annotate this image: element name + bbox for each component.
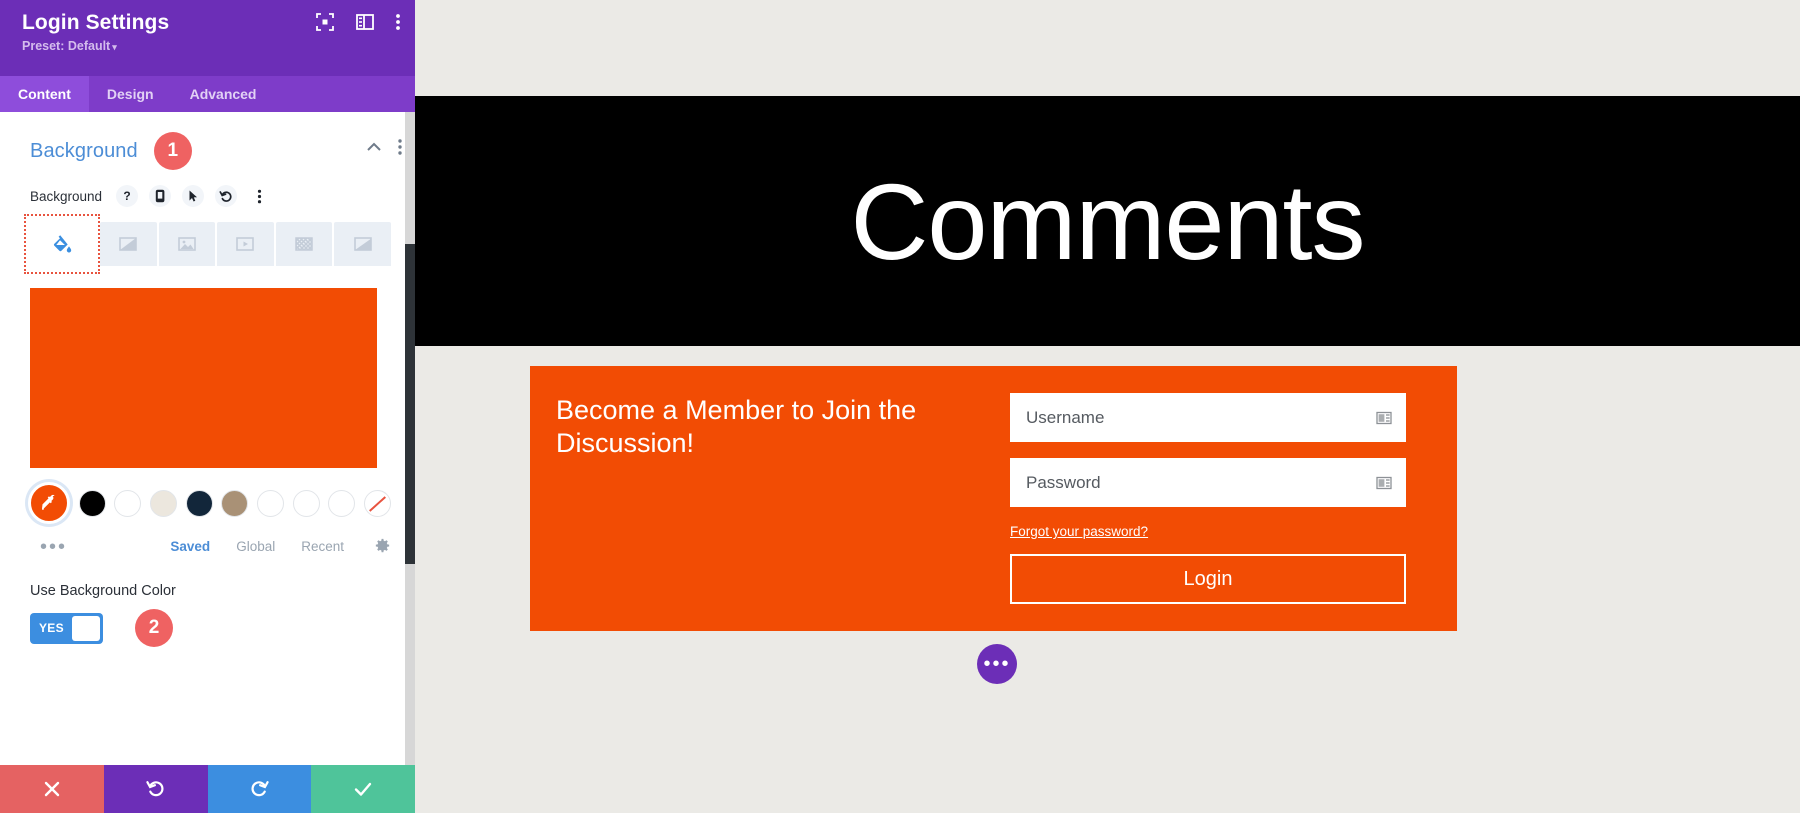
hero-title: Comments <box>850 160 1365 282</box>
hover-cursor-icon[interactable] <box>182 185 205 207</box>
step-badge-1: 1 <box>153 132 192 170</box>
swatch-cream[interactable] <box>149 489 177 517</box>
chevron-up-icon[interactable] <box>365 138 383 156</box>
hero-banner: Comments <box>415 96 1800 346</box>
login-form: Username Password Forgot your password? … <box>1010 366 1425 631</box>
section-more-vertical-icon[interactable] <box>397 138 403 156</box>
toggle-knob <box>71 615 100 641</box>
swatch-link-global[interactable]: Global <box>236 539 275 554</box>
bg-image-tab[interactable] <box>158 222 216 266</box>
field-more-vertical-icon[interactable] <box>248 185 270 207</box>
swatch-tools-row: ••• Saved Global Recent <box>0 524 415 557</box>
bg-color-tab-highlight <box>24 214 100 274</box>
swatch-navy[interactable] <box>185 489 213 517</box>
color-preview-swatch[interactable] <box>30 288 377 468</box>
settings-panel: Login Settings Preset: Default ▾ Content… <box>0 0 415 813</box>
preset-label: Preset: Default <box>22 39 111 53</box>
login-copy: Become a Member to Join the Discussion! <box>530 366 1010 631</box>
bg-pattern-tab[interactable] <box>275 222 333 266</box>
login-heading: Become a Member to Join the Discussion! <box>556 395 917 458</box>
gear-icon[interactable] <box>374 538 391 555</box>
use-background-color-row: YES 2 <box>0 599 415 647</box>
bg-gradient-tab[interactable] <box>100 222 157 266</box>
redo-button[interactable] <box>207 765 312 813</box>
autofill-icon[interactable] <box>1374 408 1394 428</box>
page-preview: Comments Become a Member to Join the Dis… <box>415 0 1800 813</box>
swatch-tan[interactable] <box>221 489 249 517</box>
cancel-button[interactable] <box>0 765 104 813</box>
background-type-tabs <box>0 214 415 274</box>
username-placeholder: Username <box>1026 407 1105 427</box>
panel-footer <box>0 765 415 813</box>
tab-advanced[interactable]: Advanced <box>172 76 275 112</box>
forgot-password-link[interactable]: Forgot your password? <box>1010 524 1148 539</box>
redo-icon <box>251 781 270 797</box>
swatch-empty-2[interactable] <box>292 489 320 517</box>
section-header-actions <box>365 138 403 156</box>
swatch-empty-1[interactable] <box>256 489 284 517</box>
use-background-color-label: Use Background Color <box>30 583 176 599</box>
undo-button[interactable] <box>103 765 208 813</box>
swatch-more-icon[interactable]: ••• <box>40 537 67 557</box>
swatch-link-saved[interactable]: Saved <box>170 539 210 554</box>
step-badge-2: 2 <box>135 609 173 647</box>
tab-design[interactable]: Design <box>89 76 172 112</box>
help-icon[interactable]: ? <box>116 185 139 207</box>
save-button[interactable] <box>311 765 415 813</box>
mobile-responsive-icon[interactable] <box>149 185 172 207</box>
login-module: Become a Member to Join the Discussion! … <box>530 366 1457 631</box>
chevron-down-icon: ▾ <box>112 42 117 52</box>
eyedropper-swatch[interactable] <box>28 482 70 524</box>
login-button[interactable]: Login <box>1010 554 1406 604</box>
bg-mask-tab[interactable] <box>334 222 391 266</box>
background-field-label: Background <box>30 188 103 204</box>
panel-header: Login Settings Preset: Default ▾ <box>0 0 415 76</box>
toggle-value-label: YES <box>39 621 64 635</box>
section-title[interactable]: Background <box>30 140 138 163</box>
undo-icon <box>145 781 164 797</box>
swatch-empty-3[interactable] <box>328 489 356 517</box>
color-swatch-list <box>0 468 415 524</box>
close-icon <box>44 781 60 797</box>
password-placeholder: Password <box>1026 472 1101 492</box>
panel-scrollbar-thumb[interactable] <box>405 244 415 564</box>
svg-text:?: ? <box>123 189 130 203</box>
screen-root: Login Settings Preset: Default ▾ Content… <box>0 0 1800 813</box>
background-section-header: Background 1 <box>0 112 415 184</box>
bg-video-tab[interactable] <box>217 222 274 266</box>
tab-content[interactable]: Content <box>0 76 89 112</box>
use-background-color-toggle[interactable]: YES <box>30 612 103 644</box>
panel-body: Background 1 Background ? ••• Saved Glob… <box>0 112 415 765</box>
check-icon <box>354 782 372 796</box>
password-field[interactable]: Password <box>1010 458 1406 507</box>
username-field[interactable]: Username <box>1010 393 1406 442</box>
focus-target-icon[interactable] <box>315 12 335 32</box>
panel-header-icons <box>315 12 401 32</box>
bg-color-tab[interactable] <box>32 222 92 266</box>
swatch-link-recent[interactable]: Recent <box>301 539 344 554</box>
autofill-icon[interactable] <box>1374 473 1394 493</box>
floating-settings-button[interactable]: ••• <box>977 644 1017 684</box>
more-vertical-icon[interactable] <box>395 12 401 32</box>
swatch-none[interactable] <box>363 489 391 517</box>
panel-tabs: Content Design Advanced <box>0 76 415 112</box>
swatch-black[interactable] <box>78 489 106 517</box>
background-type-rest <box>100 214 415 266</box>
panel-scrollbar-track[interactable] <box>405 112 415 765</box>
background-field-label-row: Background ? <box>0 184 415 208</box>
layout-panel-icon[interactable] <box>355 12 375 32</box>
preset-selector[interactable]: Preset: Default ▾ <box>22 39 401 53</box>
reset-undo-icon[interactable] <box>215 185 238 207</box>
swatch-source-links: Saved Global Recent <box>170 538 391 555</box>
swatch-white[interactable] <box>114 489 142 517</box>
